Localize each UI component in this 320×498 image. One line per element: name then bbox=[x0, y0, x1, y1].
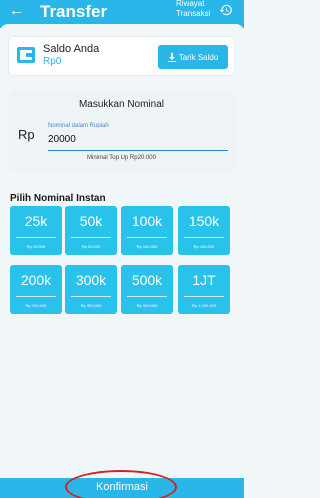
amount-input-underline bbox=[48, 150, 228, 151]
tile-label: 150k bbox=[188, 213, 220, 229]
amount-input[interactable]: 20000 bbox=[48, 134, 76, 145]
tile-label: 1JT bbox=[192, 272, 216, 288]
nominal-title: Masukkan Nominal bbox=[78, 99, 165, 110]
balance-card: Saldo Anda Rp0 Tarik Saldo bbox=[8, 36, 235, 76]
withdraw-button[interactable]: Tarik Saldo bbox=[158, 45, 228, 69]
content-top-edge bbox=[0, 24, 244, 32]
instant-section-title: Pilih Nominal Instan bbox=[10, 193, 106, 204]
currency-prefix: Rp bbox=[18, 127, 35, 142]
page-title: Transfer bbox=[40, 2, 108, 21]
tile-amount: Rp 50.000 bbox=[81, 244, 101, 249]
download-icon bbox=[167, 52, 176, 62]
tile-divider bbox=[71, 296, 111, 297]
instant-tile-150k[interactable]: 150k Rp 150.000 bbox=[178, 206, 230, 255]
balance-label: Saldo Anda bbox=[43, 43, 100, 55]
back-arrow-icon[interactable]: ← bbox=[9, 3, 24, 19]
tile-amount: Rp 25.000 bbox=[26, 244, 46, 249]
instant-tile-50k[interactable]: 50k Rp 50.000 bbox=[65, 206, 117, 255]
tile-amount: Rp 1.000.000 bbox=[191, 303, 217, 308]
tile-divider bbox=[184, 237, 224, 238]
instant-tile-100k[interactable]: 100k Rp 100.000 bbox=[121, 206, 173, 255]
minimum-note: Minimal Top Up Rp20.000 bbox=[87, 155, 156, 161]
confirm-highlight-circle bbox=[65, 470, 177, 498]
tile-divider bbox=[184, 296, 224, 297]
instant-tile-500k[interactable]: 500k Rp 500.000 bbox=[121, 265, 173, 314]
nominal-card: Masukkan Nominal Rp Nominal dalam Rupiah… bbox=[8, 90, 235, 172]
tile-label: 200k bbox=[20, 272, 52, 288]
balance-value: Rp0 bbox=[43, 56, 62, 67]
tile-amount: Rp 150.000 bbox=[193, 244, 215, 249]
tile-amount: Rp 100.000 bbox=[136, 244, 158, 249]
tile-divider bbox=[16, 237, 56, 238]
amount-field-label: Nominal dalam Rupiah bbox=[48, 123, 109, 129]
tile-amount: Rp 200.000 bbox=[25, 303, 47, 308]
wallet-icon bbox=[17, 47, 35, 63]
instant-tile-1jt[interactable]: 1JT Rp 1.000.000 bbox=[178, 265, 230, 314]
tile-label: 100k bbox=[131, 213, 163, 229]
instant-tile-300k[interactable]: 300k Rp 300.000 bbox=[65, 265, 117, 314]
tile-divider bbox=[71, 237, 111, 238]
history-label[interactable]: Riwayat Transaksi bbox=[176, 0, 210, 19]
tile-divider bbox=[16, 296, 56, 297]
history-icon[interactable] bbox=[219, 3, 233, 17]
tile-label: 300k bbox=[75, 272, 107, 288]
tile-amount: Rp 300.000 bbox=[80, 303, 102, 308]
tile-label: 25k bbox=[24, 213, 48, 229]
instant-tile-25k[interactable]: 25k Rp 25.000 bbox=[10, 206, 62, 255]
withdraw-button-label: Tarik Saldo bbox=[178, 52, 219, 62]
tile-amount: Rp 500.000 bbox=[136, 303, 158, 308]
instant-tile-200k[interactable]: 200k Rp 200.000 bbox=[10, 265, 62, 314]
tile-label: 50k bbox=[79, 213, 103, 229]
tile-divider bbox=[127, 296, 167, 297]
tile-label: 500k bbox=[131, 272, 163, 288]
tile-divider bbox=[127, 237, 167, 238]
